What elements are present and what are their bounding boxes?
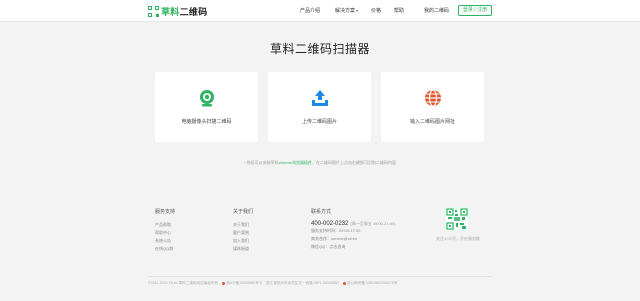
icp-link[interactable]: 浙ICP备12005589号-6 — [222, 281, 262, 286]
nav-help[interactable]: 帮助 — [394, 7, 404, 14]
card-label: 上传二维码图片 — [301, 119, 337, 125]
site-logo[interactable]: 草料二维码 — [148, 5, 208, 18]
card-upload-image[interactable]: 上传二维码图片 — [268, 72, 371, 142]
footer-link[interactable]: 在线QQ群 — [155, 245, 175, 253]
footer-link[interactable]: 关于我们 — [233, 221, 253, 229]
tip-text: * 你还可以安装草料 — [243, 160, 279, 165]
contact-item[interactable]: 微信QQ：点击咨询 — [311, 243, 396, 251]
footer-link[interactable]: 加入我们 — [233, 237, 253, 245]
logo-text: 草料二维码 — [161, 7, 208, 17]
top-header: 草料二维码 产品介绍 解决方案▾ 价格 帮助 我的二维码 登录 / 注册 — [0, 0, 640, 22]
chrome-plugin-tip: * 你还可以安装草料chrome浏览器插件，在二维码图片上点击右键即可识别二维码… — [0, 160, 640, 166]
phone-hours: (周一至周五 09:00-21:00) — [350, 221, 396, 226]
contact-item[interactable]: 商务合作：service@cli.im — [311, 235, 396, 243]
footer-heading: 关于我们 — [233, 209, 254, 215]
page-title: 草料二维码扫描器 — [269, 42, 370, 56]
globe-icon — [423, 88, 443, 108]
chevron-down-icon: ▾ — [356, 8, 359, 13]
footer-link[interactable]: 帮助中心 — [155, 229, 175, 237]
logo-icon — [148, 6, 159, 17]
footer-support: 服务支持 产品帮助 帮助中心 系统公告 在线QQ群 — [155, 208, 175, 253]
footer-link[interactable]: 媒体报道 — [233, 245, 253, 253]
nav-solutions[interactable]: 解决方案▾ — [335, 7, 358, 14]
copyright-text: ©2011-2024 Cli.im 草料二维码网站版权所有 — [148, 281, 219, 285]
police-badge-icon — [342, 281, 346, 285]
footer-link[interactable]: 客户案例 — [233, 229, 253, 237]
login-register-button[interactable]: 登录 / 注册 — [458, 5, 492, 16]
police-link[interactable]: 浙公网安备 33010602000276号 — [342, 281, 398, 286]
contact-item: 服务支持时间：09:00-17:30 — [311, 228, 361, 233]
card-image-url[interactable]: 输入二维码图片网址 — [381, 72, 484, 142]
footer-link[interactable]: 产品帮助 — [155, 221, 175, 229]
copyright-bar: ©2011-2024 Cli.im 草料二维码网站版权所有 浙ICP备12005… — [148, 281, 492, 286]
footer-about: 关于我们 关于我们 客户案例 加入我们 媒体报道 — [233, 208, 253, 253]
nav-solutions-label: 解决方案 — [335, 8, 356, 14]
wechat-qrcode — [445, 207, 469, 231]
address-text: 浙江省杭州市余杭区文一西路 0571-56345857 — [266, 281, 339, 285]
police-text: 浙公网安备 33010602000276号 — [346, 281, 398, 285]
card-label: 输入二维码图片网址 — [409, 119, 455, 125]
nav-product-intro[interactable]: 产品介绍 — [300, 7, 320, 14]
chrome-plugin-link[interactable]: chrome浏览器插件 — [279, 160, 312, 165]
card-label: 电脑摄像头扫描二维码 — [181, 119, 232, 125]
footer-divider — [148, 276, 492, 277]
card-webcam-scan[interactable]: 电脑摄像头扫描二维码 — [155, 72, 258, 142]
nav-pricing[interactable]: 价格 — [371, 7, 381, 14]
footer-heading: 联系方式 — [311, 209, 332, 215]
upload-icon — [310, 88, 330, 108]
badge-icon — [222, 281, 226, 285]
icp-text: 浙ICP备12005589号-6 — [226, 281, 263, 285]
footer-contact: 联系方式 400-002-0232 (周一至周五 09:00-21:00) 服务支… — [311, 208, 396, 251]
tip-text: ，在二维码图片上点击右键即可识别二维码内容 — [312, 160, 396, 165]
webcam-icon — [197, 88, 217, 108]
footer-heading: 服务支持 — [155, 209, 176, 215]
footer-link[interactable]: 系统公告 — [155, 237, 175, 245]
qrcode-caption: 关注公众号，开启服务推 — [436, 236, 480, 241]
nav-my-qrcodes[interactable]: 我的二维码 — [424, 7, 449, 14]
